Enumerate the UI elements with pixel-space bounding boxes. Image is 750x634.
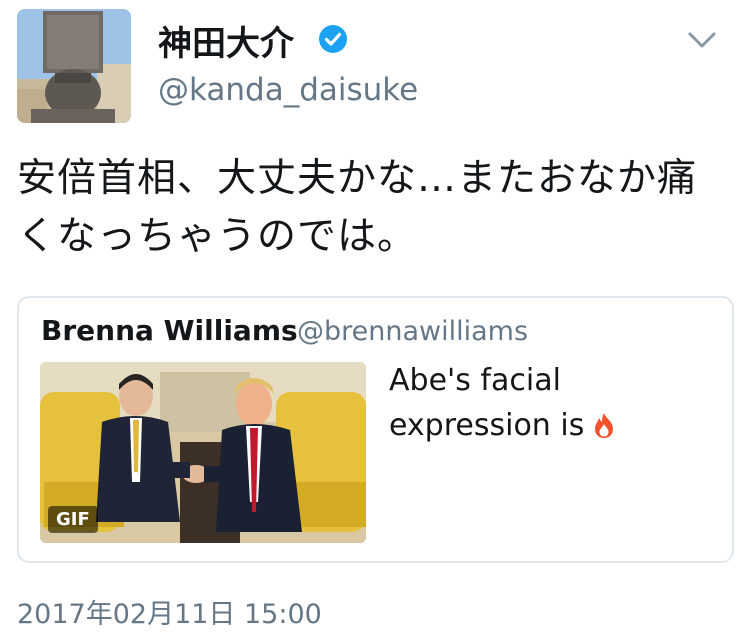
tweet-text: 安倍首相、大丈夫かな…またおなか痛 くなっちゃうのでは。 <box>17 150 737 266</box>
fire-icon <box>595 413 614 438</box>
verified-badge-icon <box>319 25 347 53</box>
tweet-timestamp[interactable]: 2017年02月11日 15:00 <box>17 592 322 631</box>
gif-badge: GIF <box>48 506 98 533</box>
quoted-handle[interactable]: @brennawilliams <box>297 316 528 347</box>
quoted-text-line: expression is <box>389 403 709 448</box>
quoted-media-thumbnail[interactable]: GIF <box>40 362 366 543</box>
tweet-text-line: くなっちゃうのでは。 <box>17 214 418 259</box>
quoted-text-line-content: expression is <box>389 408 585 443</box>
quoted-tweet-card[interactable]: Brenna Williams @brennawilliams GIF Abe'… <box>17 296 734 563</box>
author-display-name[interactable]: 神田大介 <box>158 16 294 65</box>
quoted-text-line: Abe's facial <box>389 363 561 398</box>
author-avatar[interactable] <box>17 9 131 123</box>
quoted-display-name[interactable]: Brenna Williams <box>41 314 298 347</box>
chevron-down-icon[interactable] <box>684 28 720 52</box>
tweet-text-line: 安倍首相、大丈夫かな…またおなか痛 <box>17 156 698 201</box>
quoted-tweet-text: Abe's facial expression is <box>389 358 709 448</box>
author-handle[interactable]: @kanda_daisuke <box>158 72 418 108</box>
statue-avatar-icon <box>17 9 131 123</box>
